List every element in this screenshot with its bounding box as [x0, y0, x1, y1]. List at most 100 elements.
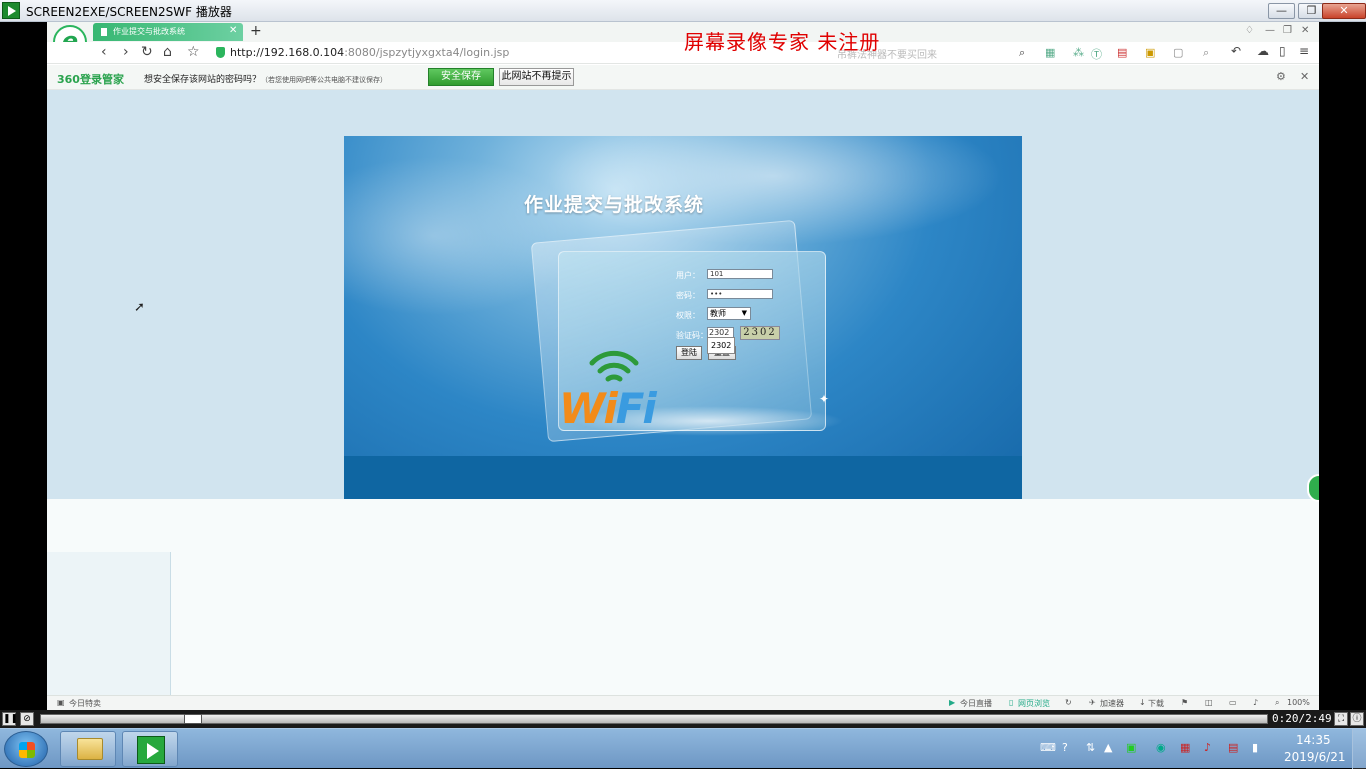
- show-hidden-icons[interactable]: ▲: [1104, 741, 1112, 754]
- close-tab-icon[interactable]: ✕: [229, 25, 237, 36]
- refresh-icon[interactable]: ↻: [141, 44, 153, 60]
- language-bar-icon[interactable]: ⇅: [1086, 741, 1095, 754]
- login-button[interactable]: 登陆: [676, 346, 702, 360]
- menu-icon[interactable]: ≡: [1299, 44, 1309, 58]
- security-tray-icon[interactable]: ◉: [1156, 741, 1166, 754]
- never-prompt-button[interactable]: 此网站不再提示: [499, 68, 574, 86]
- url-path: :8080/jspzytjyxgxta4/login.jsp: [344, 46, 510, 59]
- tab-title: 作业提交与批改系统: [113, 27, 185, 36]
- status-live-icon[interactable]: ▶: [949, 698, 955, 707]
- status-accelerator-link[interactable]: 加速器: [1100, 698, 1124, 709]
- taskbar-screen2swf[interactable]: [122, 731, 178, 767]
- status-zoom-level[interactable]: 100%: [1287, 698, 1310, 707]
- share-icon[interactable]: ⁂: [1073, 46, 1084, 59]
- favorite-star-icon[interactable]: ☆: [187, 44, 200, 60]
- status-refresh-icon[interactable]: ↻: [1065, 698, 1072, 707]
- maximize-button[interactable]: ❐: [1298, 3, 1325, 19]
- tab-login-page[interactable]: 作业提交与批改系统 ✕: [93, 23, 243, 41]
- unregistered-watermark: 屏幕录像专家 未注册: [684, 30, 881, 54]
- zoom-icon[interactable]: ⌕: [1203, 46, 1209, 60]
- status-cup-icon[interactable]: ◫: [1205, 698, 1213, 707]
- minimize-icon[interactable]: —: [1265, 25, 1275, 36]
- seek-track[interactable]: [40, 714, 1268, 724]
- status-flag-icon[interactable]: ⚑: [1181, 698, 1188, 707]
- fullscreen-icon[interactable]: ⛶: [1334, 712, 1348, 726]
- close-bar-icon[interactable]: ✕: [1300, 70, 1309, 83]
- login-banner: 作业提交与批改系统 ✦ WiFi 用户： 101 密码： ••• 权限： 教师 …: [344, 136, 1022, 499]
- side-panel: [47, 552, 171, 695]
- taskbar-explorer[interactable]: [60, 731, 116, 767]
- stop-icon[interactable]: ⊘: [20, 712, 34, 726]
- status-window-icon[interactable]: ▭: [1229, 698, 1237, 707]
- captcha-label: 验证码：: [676, 331, 708, 340]
- status-volume-icon[interactable]: ♪: [1253, 698, 1258, 707]
- network-warning-icon[interactable]: ▤: [1228, 741, 1238, 754]
- status-gift-icon[interactable]: ▣: [57, 698, 65, 707]
- status-download-icon[interactable]: ↓: [1139, 698, 1146, 707]
- screen2swf-app-icon: [2, 2, 20, 19]
- system-title: 作业提交与批改系统: [524, 194, 705, 216]
- apps-grid-icon[interactable]: ▦: [1045, 46, 1055, 59]
- role-selected-value: 教师: [710, 309, 726, 318]
- safe-save-button[interactable]: 安全保存: [428, 68, 494, 86]
- autocomplete-suggestion[interactable]: 2302: [707, 337, 735, 354]
- player-window-title: SCREEN2EXE/SCREEN2SWF 播放器: [26, 5, 232, 19]
- security-shield-icon[interactable]: [216, 47, 225, 58]
- clock-time[interactable]: 14:35: [1296, 733, 1331, 747]
- browser-status-bar: ▣ 今日特卖 ▶ 今日直播 ▯ 网页浏览 ↻ ✈ 加速器 ↓ 下载 ⚑ ◫ ▭ …: [47, 695, 1319, 710]
- close-window-icon[interactable]: ✕: [1301, 25, 1309, 36]
- page-lower-area: [47, 499, 1319, 695]
- settings-gear-icon[interactable]: ⚙: [1276, 70, 1286, 83]
- minimize-button[interactable]: —: [1268, 3, 1295, 19]
- cloud-icon[interactable]: ☁: [1257, 44, 1269, 58]
- antivirus-tray-icon[interactable]: ▦: [1180, 741, 1190, 754]
- status-deals-link[interactable]: 今日特卖: [69, 698, 101, 709]
- address-bar[interactable]: http://192.168.0.104:8080/jspzytjyxgxta4…: [230, 46, 509, 59]
- mobile-icon[interactable]: ▯: [1279, 44, 1286, 58]
- start-button[interactable]: [4, 731, 48, 767]
- status-live-link[interactable]: 今日直播: [960, 698, 992, 709]
- image-icon[interactable]: ▢: [1173, 46, 1183, 59]
- screen2swf-icon: [137, 736, 165, 764]
- search-icon[interactable]: ⌕: [1019, 46, 1025, 60]
- undo-icon[interactable]: ↶: [1231, 44, 1241, 58]
- forward-icon[interactable]: ›: [123, 44, 129, 60]
- wifi-logo-part: Wi: [559, 384, 618, 433]
- password-input[interactable]: •••: [707, 289, 773, 299]
- status-zoom-icon[interactable]: ⌕: [1275, 698, 1279, 708]
- tab-bar: 作业提交与批改系统 ✕ + ♢ — ❐ ✕: [47, 22, 1319, 42]
- role-label: 权限：: [676, 311, 700, 320]
- status-download-link[interactable]: 下载: [1148, 698, 1164, 709]
- new-tab-button[interactable]: +: [250, 23, 262, 39]
- password-save-bar: 360登录管家 想安全保存该网站的密码吗？（若您使用网吧等公共电脑不建议保存） …: [47, 65, 1319, 90]
- windows-taskbar: ⌨ ? ⇅ ▲ ▣ ◉ ▦ ♪ ▤ ▮ 14:35 2019/6/21: [0, 728, 1366, 769]
- prompt-hint: （若您使用网吧等公共电脑不建议保存）: [261, 76, 388, 84]
- info-icon[interactable]: ⓘ: [1350, 712, 1364, 726]
- clock-date[interactable]: 2019/6/21: [1284, 750, 1346, 764]
- banner-bottom-band: [344, 456, 1022, 499]
- wifi-logo-part: Fi: [615, 384, 657, 433]
- status-browse-link[interactable]: 网页浏览: [1018, 698, 1050, 709]
- screenshot-icon[interactable]: ▣: [1145, 46, 1155, 59]
- shirt-skin-icon[interactable]: ♢: [1245, 25, 1254, 36]
- status-phone-icon[interactable]: ▯: [1009, 698, 1013, 707]
- captcha-image[interactable]: 2302: [740, 326, 780, 340]
- keyboard-icon[interactable]: ⌨: [1040, 741, 1056, 754]
- pdf-icon[interactable]: ▤: [1117, 46, 1127, 59]
- recorder-tray-icon[interactable]: ▣: [1126, 741, 1136, 754]
- back-icon[interactable]: ‹: [101, 44, 107, 60]
- translate-icon[interactable]: Ⓣ: [1091, 46, 1102, 62]
- restore-icon[interactable]: ❐: [1283, 25, 1292, 36]
- status-rocket-icon[interactable]: ✈: [1089, 698, 1096, 707]
- pause-icon[interactable]: ❚❚: [2, 712, 18, 726]
- signal-strength-icon[interactable]: ▮: [1252, 741, 1258, 754]
- navigation-bar: ‹ › ↻ ⌂ ☆ http://192.168.0.104:8080/jspz…: [47, 42, 1319, 64]
- show-desktop-button[interactable]: [1352, 729, 1366, 769]
- seek-thumb[interactable]: [183, 714, 202, 724]
- close-button[interactable]: ✕: [1322, 3, 1366, 19]
- role-select[interactable]: 教师 ▼: [707, 307, 751, 320]
- home-icon[interactable]: ⌂: [163, 44, 172, 60]
- user-input[interactable]: 101: [707, 269, 773, 279]
- help-icon[interactable]: ?: [1062, 741, 1068, 754]
- volume-muted-icon[interactable]: ♪: [1204, 741, 1211, 754]
